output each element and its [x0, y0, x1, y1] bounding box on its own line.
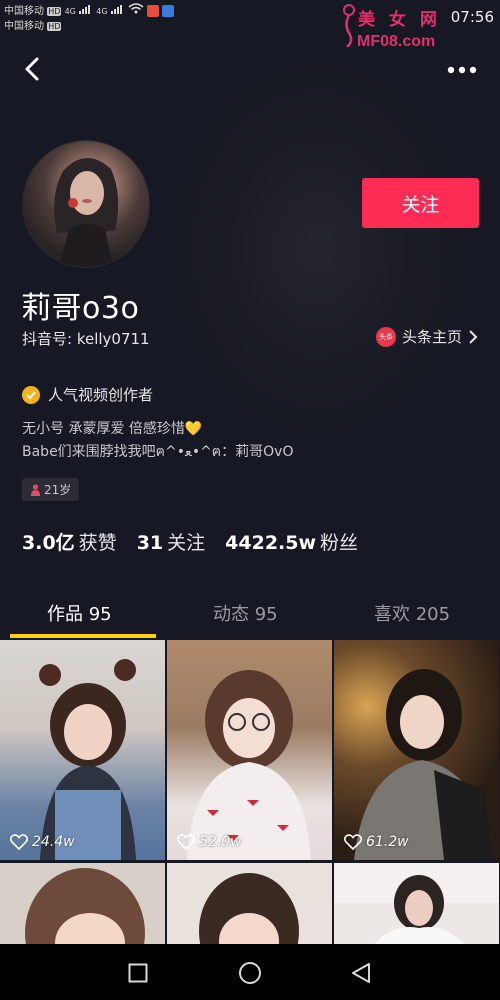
stat-label: 粉丝	[320, 532, 359, 554]
watermark-figure-icon	[343, 4, 355, 47]
more-dots-icon[interactable]	[446, 60, 478, 80]
like-count-value: 24.4w	[32, 834, 75, 850]
like-count: 52.0w	[177, 834, 242, 850]
toutiao-homepage-link[interactable]: 头条 头条主页	[375, 326, 478, 347]
back-triangle-icon[interactable]	[350, 962, 372, 984]
tab-indicator	[10, 634, 156, 638]
back-chevron-icon[interactable]	[20, 56, 46, 82]
video-thumbnail[interactable]: 52.0w	[167, 640, 332, 860]
stat-label: 关注	[167, 532, 206, 554]
stat-value: 3.0亿	[22, 532, 75, 554]
wifi-icon	[128, 3, 144, 14]
video-thumbnail[interactable]: 24.4w	[0, 640, 165, 860]
stat-value: 4422.5w	[225, 532, 317, 554]
watermark-title: 美 女 网	[358, 10, 441, 30]
heart-outline-icon	[177, 834, 195, 850]
bio-line-2: Babe们来围脖找我吧ฅ^•ﻌ•^ฅ：莉哥OvO	[22, 444, 294, 460]
avatar-portrait	[54, 157, 119, 267]
verification-label: 人气视频创作者	[48, 386, 154, 404]
carrier-label: 中国移动	[4, 6, 44, 17]
thumbnail-image	[199, 873, 299, 944]
like-count: 24.4w	[10, 834, 75, 850]
like-count-value: 52.0w	[199, 834, 242, 850]
site-watermark: 美 女 网 MF08.com	[340, 3, 458, 51]
avatar[interactable]	[22, 140, 150, 268]
content-tabs: 作品 95 动态 95 喜欢 205	[0, 590, 500, 638]
signal-icon-2	[110, 5, 122, 14]
stat-value: 31	[136, 532, 164, 554]
stat-followers[interactable]: 4422.5w 粉丝	[225, 528, 358, 555]
heart-outline-icon	[10, 834, 28, 850]
profile-stats: 3.0亿 获赞 31 关注 4422.5w 粉丝	[22, 528, 358, 555]
female-person-icon	[31, 483, 40, 496]
hd-badge: HD	[47, 7, 62, 16]
chevron-right-icon	[469, 329, 478, 344]
watermark-url: MF08.com	[357, 33, 436, 50]
tab-activity[interactable]: 动态 95	[213, 600, 278, 626]
thumbnail-image	[187, 670, 311, 860]
video-thumbnail[interactable]: 61.2w	[334, 640, 499, 860]
signal-icon	[79, 5, 91, 14]
like-count: 61.2w	[344, 834, 409, 850]
nickname: 莉哥o3o	[21, 291, 140, 326]
verified-check-icon	[22, 385, 40, 404]
thumbnail-image	[39, 659, 136, 860]
toutiao-icon: 头条	[375, 326, 396, 347]
stat-following[interactable]: 31 关注	[137, 528, 205, 555]
tab-works[interactable]: 作品 95	[47, 600, 112, 626]
follow-button[interactable]: 关注	[362, 178, 479, 228]
network-label-2: 4G	[96, 7, 108, 16]
age-tag: 21岁	[22, 478, 80, 501]
video-thumbnail[interactable]	[167, 863, 332, 944]
system-navigation-bar	[0, 944, 500, 1000]
stat-label: 获赞	[78, 532, 117, 554]
stat-likes[interactable]: 3.0亿 获赞	[22, 528, 117, 555]
age-label: 21岁	[44, 483, 72, 497]
thumbnail-image	[25, 868, 145, 944]
map-app-icon	[147, 5, 160, 17]
recent-apps-square-icon[interactable]	[128, 963, 148, 983]
app-notification-icon	[162, 5, 175, 17]
like-count-value: 61.2w	[366, 834, 409, 850]
home-circle-icon[interactable]	[238, 961, 262, 985]
thumbnail-image	[354, 669, 494, 860]
tab-likes[interactable]: 喜欢 205	[374, 600, 450, 626]
heart-outline-icon	[344, 834, 362, 850]
network-label: 4G	[64, 7, 76, 16]
video-thumbnail[interactable]	[334, 863, 499, 944]
hd-badge-2: HD	[47, 22, 62, 31]
profile-background	[170, 60, 500, 480]
video-thumbnail[interactable]	[0, 863, 165, 944]
verification-badge: 人气视频创作者	[22, 384, 153, 405]
thumbnail-image	[334, 863, 499, 944]
carrier-label-2: 中国移动	[4, 21, 44, 32]
bio-line-1: 无小号 承蒙厚爱 倍感珍惜💛	[22, 421, 203, 437]
toutiao-label: 头条主页	[401, 328, 462, 346]
douyin-id: 抖音号: kelly0711	[22, 330, 150, 348]
